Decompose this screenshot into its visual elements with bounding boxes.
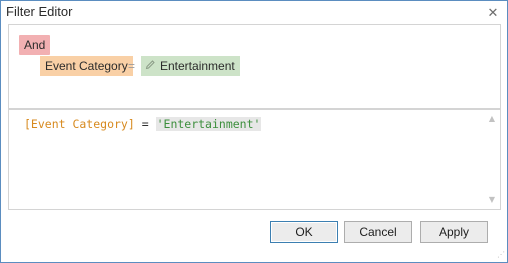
- condition-field[interactable]: Event Category: [40, 56, 133, 76]
- cancel-button[interactable]: Cancel: [344, 221, 412, 243]
- pencil-icon: [145, 58, 157, 78]
- expression-field-token: [Event Category]: [24, 117, 135, 131]
- expression-operator-token: =: [141, 117, 149, 131]
- scroll-down-icon[interactable]: ▼: [484, 193, 500, 207]
- window-title: Filter Editor: [6, 4, 73, 19]
- ok-button[interactable]: OK: [270, 221, 338, 243]
- group-operator-and[interactable]: And: [19, 35, 51, 55]
- condition-value-text: Entertainment: [160, 59, 235, 73]
- expression-value-token: 'Entertainment': [155, 117, 262, 131]
- visual-filter-panel: And Event Category = Entertainment: [8, 24, 501, 109]
- filter-expression[interactable]: [Event Category] = 'Entertainment': [24, 117, 262, 131]
- apply-button[interactable]: Apply: [420, 221, 488, 243]
- condition-operator[interactable]: =: [126, 56, 137, 76]
- scroll-up-icon[interactable]: ▲: [484, 112, 500, 126]
- condition-value[interactable]: Entertainment: [141, 56, 240, 76]
- filter-editor-window: Filter Editor ✕ And Event Category = Ent…: [0, 0, 508, 263]
- title-bar[interactable]: Filter Editor ✕: [1, 1, 507, 24]
- close-icon[interactable]: ✕: [485, 5, 501, 21]
- vertical-scrollbar[interactable]: ▲ ▼: [484, 110, 500, 209]
- filter-text-editor[interactable]: [Event Category] = 'Entertainment' ▲ ▼: [8, 109, 501, 210]
- resize-grip-icon[interactable]: ⋰: [495, 250, 505, 260]
